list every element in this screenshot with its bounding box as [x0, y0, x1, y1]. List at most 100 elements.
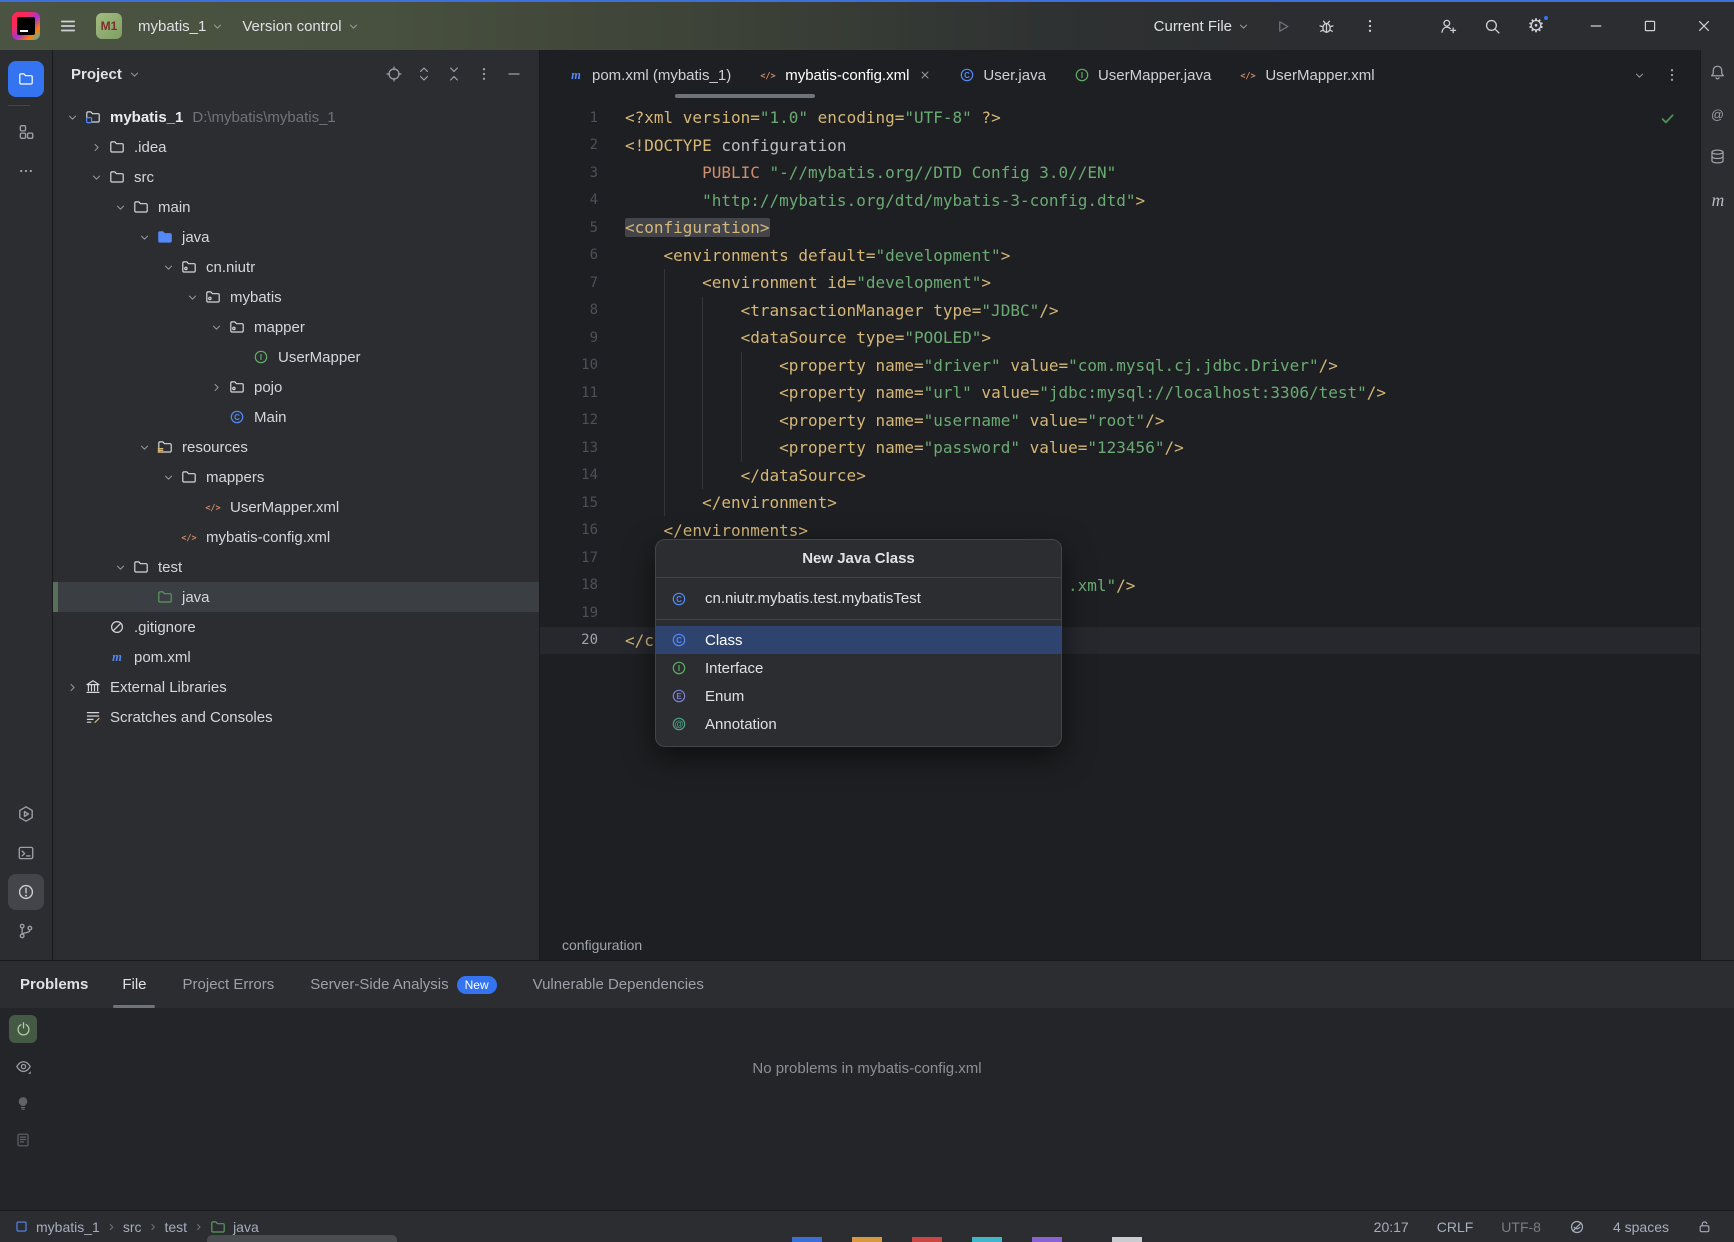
chevron-down-icon[interactable] [181, 286, 203, 308]
problems-tab-server-side-analysis[interactable]: Server-Side AnalysisNew [310, 961, 496, 1008]
problems-panel-title[interactable]: Problems [20, 976, 88, 993]
notifications-button[interactable] [1709, 64, 1726, 86]
chevron-down-icon[interactable] [205, 316, 227, 338]
minimize-window-button[interactable] [1582, 12, 1610, 40]
more-actions-button[interactable] [1356, 12, 1384, 40]
code-editor[interactable]: 1<?xml version="1.0" encoding="UTF-8" ?>… [540, 100, 1700, 930]
settings-button[interactable]: ⚙ [1522, 12, 1550, 40]
collapse-all-button[interactable] [441, 61, 467, 87]
chevron-down-icon[interactable] [61, 106, 83, 128]
intellij-logo-icon[interactable] [12, 12, 40, 40]
tree-item-test[interactable]: test [53, 552, 539, 582]
terminal-tool-window-button[interactable] [8, 835, 44, 871]
tab-usermapper-xml[interactable]: </>UserMapper.xml [1225, 50, 1388, 100]
tree-item-scratches-and-consoles[interactable]: Scratches and Consoles [53, 702, 539, 732]
popup-item-class[interactable]: CClass [656, 626, 1061, 654]
status-highlighting-level[interactable] [1569, 1219, 1585, 1235]
status-caret-position[interactable]: 20:17 [1374, 1219, 1409, 1235]
tree-item-usermapper-xml[interactable]: </>UserMapper.xml [53, 492, 539, 522]
problems-tab-project-errors[interactable]: Project Errors [183, 961, 275, 1008]
close-window-button[interactable] [1690, 12, 1718, 40]
problems-tool-window-button[interactable] [8, 874, 44, 910]
inspection-status-check-icon[interactable] [1659, 110, 1676, 131]
search-everywhere-button[interactable] [1478, 12, 1506, 40]
chevron-down-icon[interactable] [85, 166, 107, 188]
chevron-down-icon[interactable] [157, 256, 179, 278]
close-tab-icon[interactable] [919, 69, 931, 81]
chevron-down-icon[interactable] [133, 436, 155, 458]
code-with-me-button[interactable] [1434, 12, 1462, 40]
chevron-right-icon[interactable] [205, 376, 227, 398]
tree-item-mapper[interactable]: mapper [53, 312, 539, 342]
more-tool-windows-button[interactable] [8, 153, 44, 189]
tree-item-java[interactable]: java [53, 222, 539, 252]
tree-item-usermapper[interactable]: IUserMapper [53, 342, 539, 372]
problems-tab-file[interactable]: File [122, 961, 146, 1008]
tree-item-main[interactable]: main [53, 192, 539, 222]
tree-item-mybatis-config-xml[interactable]: </>mybatis-config.xml [53, 522, 539, 552]
chevron-down-icon[interactable] [109, 196, 131, 218]
quick-fixes-button[interactable] [9, 1089, 37, 1117]
tree-item-cn-niutr[interactable]: cn.niutr [53, 252, 539, 282]
tree-item-idea[interactable]: .idea [53, 132, 539, 162]
tab-mybatis-config-xml[interactable]: </>mybatis-config.xml [745, 50, 945, 100]
chevron-down-icon[interactable] [133, 226, 155, 248]
tab-user-java[interactable]: CUser.java [945, 50, 1060, 100]
structure-tool-window-button[interactable] [8, 114, 44, 150]
tree-item-gitignore[interactable]: .gitignore [53, 612, 539, 642]
project-options-button[interactable] [471, 61, 497, 87]
services-tool-window-button[interactable] [8, 796, 44, 832]
chevron-down-icon[interactable] [128, 68, 141, 81]
version-control-tool-window-button[interactable] [8, 913, 44, 949]
popup-item-interface[interactable]: IInterface [656, 654, 1061, 682]
chevron-down-icon[interactable] [157, 466, 179, 488]
ai-assistant-button[interactable]: @ [1709, 106, 1726, 128]
tree-item-resources[interactable]: resources [53, 432, 539, 462]
popup-item-enum[interactable]: EEnum [656, 682, 1061, 710]
status-breadcrumb-src[interactable]: src [123, 1219, 142, 1235]
chevron-down-icon[interactable] [109, 556, 131, 578]
hide-project-panel-button[interactable] [501, 61, 527, 87]
vcs-menu[interactable]: Version control [240, 14, 361, 39]
inspections-power-button[interactable] [9, 1015, 37, 1043]
tab-options-button[interactable] [1664, 67, 1680, 83]
tree-item-main[interactable]: CMain [53, 402, 539, 432]
run-configuration-selector[interactable]: Current File [1152, 14, 1252, 39]
project-menu[interactable]: mybatis_1 [136, 14, 226, 39]
maximize-window-button[interactable] [1636, 12, 1664, 40]
problems-tab-vulnerable-dependencies[interactable]: Vulnerable Dependencies [533, 961, 704, 1008]
tree-item-java[interactable]: java [53, 582, 539, 612]
tree-item-src[interactable]: src [53, 162, 539, 192]
tab-list-dropdown[interactable] [1633, 69, 1646, 82]
status-breadcrumb-test[interactable]: test [164, 1219, 187, 1235]
tree-item-mappers[interactable]: mappers [53, 462, 539, 492]
run-button[interactable] [1268, 12, 1296, 40]
main-menu-button[interactable] [54, 12, 82, 40]
select-opened-file-button[interactable] [381, 61, 407, 87]
tree-item-pom-xml[interactable]: mpom.xml [53, 642, 539, 672]
status-breadcrumb-java[interactable]: java [210, 1219, 259, 1235]
popup-item-annotation[interactable]: @Annotation [656, 710, 1061, 738]
project-panel-title[interactable]: Project [71, 66, 122, 83]
tree-item-mybatis-1[interactable]: mybatis_1D:\mybatis\mybatis_1 [53, 102, 539, 132]
class-name-input[interactable]: C cn.niutr.mybatis.test.mybatisTest [656, 578, 1061, 620]
project-tool-window-button[interactable] [8, 61, 44, 97]
chevron-right-icon[interactable] [61, 676, 83, 698]
status-file-writable[interactable] [1697, 1219, 1712, 1234]
chevron-right-icon[interactable] [85, 136, 107, 158]
breadcrumb-item[interactable]: configuration [562, 937, 642, 953]
tree-item-pojo[interactable]: pojo [53, 372, 539, 402]
status-breadcrumb-mybatis-1[interactable]: mybatis_1 [14, 1219, 100, 1235]
tree-item-mybatis[interactable]: mybatis [53, 282, 539, 312]
debug-button[interactable] [1312, 12, 1340, 40]
database-tool-window-button[interactable] [1709, 148, 1726, 170]
maven-tool-window-button[interactable]: m [1708, 190, 1728, 215]
tab-pom-xml-mybatis-1[interactable]: mpom.xml (mybatis_1) [554, 50, 745, 100]
expand-all-button[interactable] [411, 61, 437, 87]
status-line-ending[interactable]: CRLF [1437, 1219, 1474, 1235]
status-indent-style[interactable]: 4 spaces [1613, 1219, 1669, 1235]
tree-item-external-libraries[interactable]: External Libraries [53, 672, 539, 702]
tab-usermapper-java[interactable]: IUserMapper.java [1060, 50, 1225, 100]
open-report-button[interactable] [9, 1126, 37, 1154]
status-file-encoding[interactable]: UTF-8 [1501, 1219, 1541, 1235]
